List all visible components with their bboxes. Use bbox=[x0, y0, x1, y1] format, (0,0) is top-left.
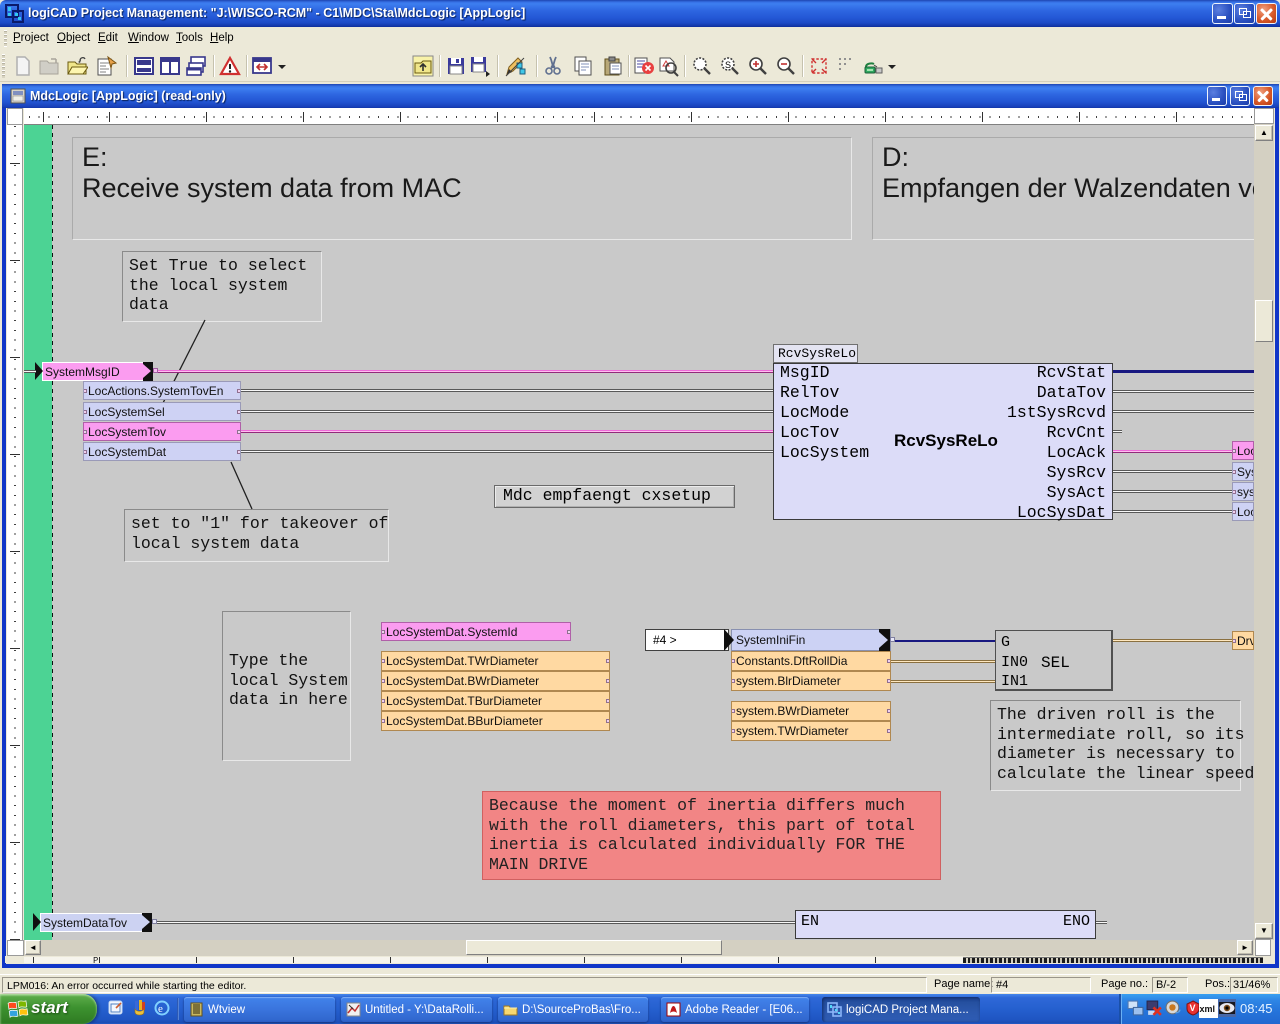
svg-text:xml: xml bbox=[1200, 1004, 1216, 1014]
svg-text:V: V bbox=[1190, 1003, 1196, 1013]
svg-text:e: e bbox=[158, 1003, 163, 1015]
svg-text:S: S bbox=[725, 60, 731, 70]
